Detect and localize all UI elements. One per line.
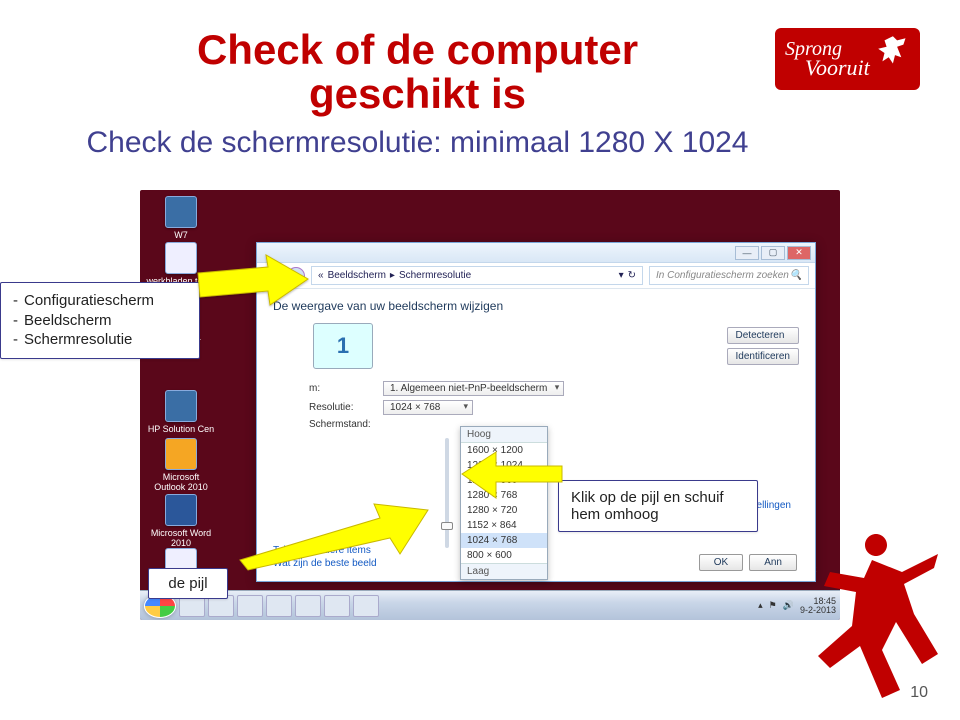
resolution-popup: Hoog 1600 × 12001280 × 10241280 × 960128… bbox=[460, 426, 548, 580]
slider-thumb[interactable] bbox=[441, 522, 453, 530]
callout-steps: ConfiguratieschermBeeldschermSchermresol… bbox=[0, 282, 200, 359]
tray-icon[interactable]: ▴ bbox=[758, 600, 763, 611]
desktop-icon[interactable]: Microsoft Outlook 2010 bbox=[146, 438, 216, 492]
breadcrumb[interactable]: « Beeldscherm ▸ Schermresolutie ▾ ↻ bbox=[311, 266, 643, 285]
close-button[interactable]: ✕ bbox=[787, 246, 811, 260]
resolution-label: Resolutie: bbox=[309, 402, 373, 413]
taskbar-item[interactable] bbox=[324, 595, 350, 617]
desktop-icon[interactable]: W7 bbox=[146, 196, 216, 240]
callout-step-item: Configuratiescherm bbox=[13, 291, 187, 311]
taskbar-item[interactable] bbox=[266, 595, 292, 617]
taskbar-item[interactable] bbox=[237, 595, 263, 617]
orientation-label: Schermstand: bbox=[309, 419, 373, 430]
search-input[interactable]: In Configuratiescherm zoeken 🔍 bbox=[649, 266, 809, 285]
ok-button[interactable]: OK bbox=[699, 554, 743, 571]
logo-silhouette-icon bbox=[874, 32, 916, 74]
resolution-option[interactable]: 800 × 600 bbox=[461, 548, 547, 563]
resolution-option[interactable]: 1024 × 768 bbox=[461, 533, 547, 548]
display-label: m: bbox=[309, 383, 373, 394]
arrow-to-resolution bbox=[462, 452, 562, 503]
desktop-icon[interactable]: Microsoft Word 2010 bbox=[146, 494, 216, 548]
taskbar-item[interactable] bbox=[295, 595, 321, 617]
identify-button[interactable]: Identificeren bbox=[727, 348, 799, 365]
callout-klik: Klik op de pijl en schuif hem omhoog bbox=[558, 480, 758, 532]
taskbar: ▴ ⚑ 🔊 18:45 9-2-2013 bbox=[140, 590, 840, 620]
callout-depijl: de pijl bbox=[148, 568, 228, 599]
chevron-right-icon: ▸ bbox=[390, 270, 395, 281]
detect-button[interactable]: Detecteren bbox=[727, 327, 799, 344]
minimize-button[interactable]: — bbox=[735, 246, 759, 260]
tray-icon[interactable]: 🔊 bbox=[783, 600, 794, 611]
desktop-icon[interactable]: HP Solution Cen bbox=[146, 390, 216, 434]
resolution-option[interactable]: 1280 × 720 bbox=[461, 503, 547, 518]
window-titlebar: — ▢ ✕ bbox=[257, 243, 815, 263]
callout-step-item: Beeldscherm bbox=[13, 311, 187, 331]
search-icon: 🔍 bbox=[790, 270, 802, 281]
popup-footer: Laag bbox=[461, 563, 547, 579]
brand-logo: Sprong Vooruit bbox=[775, 28, 920, 90]
arrow-to-slider bbox=[240, 500, 430, 575]
slide-subtitle: Check de schermresolutie: minimaal 1280 … bbox=[80, 126, 755, 160]
resolution-slider[interactable] bbox=[440, 438, 454, 548]
resolution-option[interactable]: 1152 × 864 bbox=[461, 518, 547, 533]
tray-icon[interactable]: ⚑ bbox=[769, 600, 777, 611]
slide-title-2: geschikt is bbox=[80, 72, 755, 116]
window-heading: De weergave van uw beeldscherm wijzigen bbox=[273, 299, 799, 313]
arrow-to-window bbox=[198, 255, 308, 320]
taskbar-item[interactable] bbox=[353, 595, 379, 617]
refresh-icon[interactable]: ↻ bbox=[628, 270, 636, 281]
cancel-button[interactable]: Ann bbox=[749, 554, 797, 571]
display-select[interactable]: 1. Algemeen niet-PnP-beeldscherm bbox=[383, 381, 564, 396]
maximize-button[interactable]: ▢ bbox=[761, 246, 785, 260]
popup-header: Hoog bbox=[461, 427, 547, 443]
callout-step-item: Schermresolutie bbox=[13, 330, 187, 350]
page-number: 10 bbox=[910, 684, 928, 702]
chevron-down-icon: ▾ bbox=[619, 270, 624, 281]
resolution-select[interactable]: 1024 × 768 bbox=[383, 400, 473, 415]
monitor-preview[interactable]: 1 bbox=[313, 323, 373, 369]
slide-title-1: Check of de computer bbox=[80, 28, 755, 72]
